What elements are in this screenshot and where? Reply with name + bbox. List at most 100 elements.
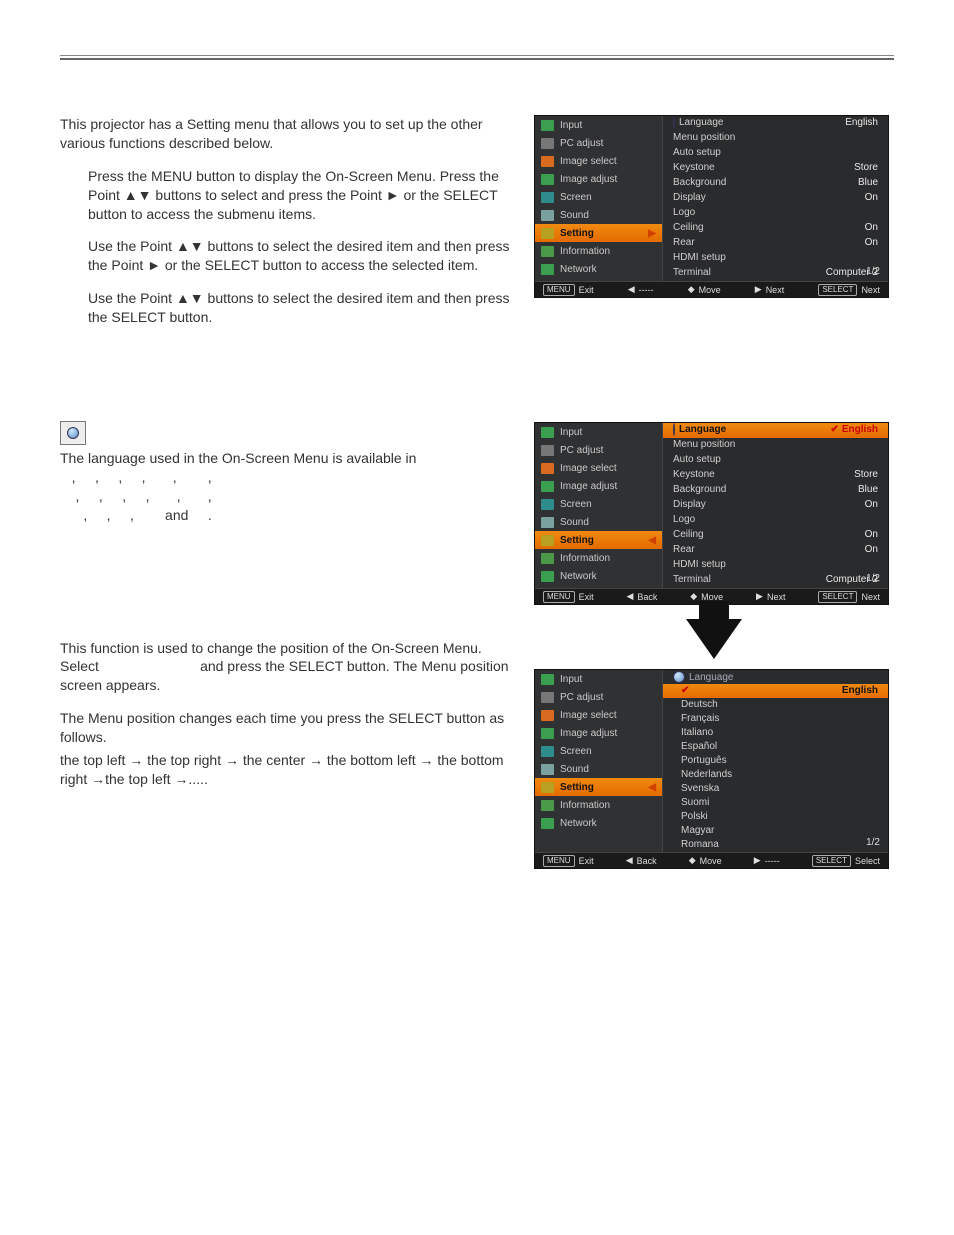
- globe-icon: [67, 427, 79, 439]
- down-arrow-icon: [686, 619, 742, 659]
- osd-right-item: RearOn: [663, 543, 888, 558]
- osd-right-item: CeilingOn: [663, 221, 888, 236]
- osd-right-item: KeystoneStore: [663, 468, 888, 483]
- globe-icon: [673, 671, 685, 683]
- osd-language-item: Svenska: [663, 782, 888, 796]
- osd-language-item: Suomi: [663, 796, 888, 810]
- osd-item-icon: [541, 138, 554, 149]
- osd-left-item: Image adjust: [535, 477, 662, 495]
- osd-right-item: KeystoneStore: [663, 161, 888, 176]
- osd-item-icon: [541, 746, 554, 757]
- osd-right-item: Language✔English: [663, 423, 888, 438]
- osd-right-item: RearOn: [663, 236, 888, 251]
- step-2: Use the Point ▲▼ buttons to select the d…: [88, 237, 514, 275]
- osd-left-item: Sound: [535, 206, 662, 224]
- osd-language-item: ✔English: [663, 684, 888, 698]
- osd-item-icon: [541, 246, 554, 257]
- osd-right-item: DisplayOn: [663, 191, 888, 206]
- osd-left-item: Information: [535, 549, 662, 567]
- osd-item-icon: [541, 782, 554, 793]
- osd-item-icon: [541, 174, 554, 185]
- menupos-p1: This function is used to change the posi…: [60, 639, 514, 696]
- osd-right-item: TerminalComputer 2: [663, 573, 888, 588]
- osd-left-item: Input: [535, 116, 662, 134]
- osd-item-icon: [541, 210, 554, 221]
- osd-item-icon: [541, 192, 554, 203]
- osd-left-item: Input: [535, 670, 662, 688]
- osd-footer: MENU Exit ◀ Back ◆ Move ▶ ----- SELECT S…: [535, 852, 888, 868]
- osd-language-item: Magyar: [663, 824, 888, 838]
- osd-item-icon: [541, 445, 554, 456]
- osd-right-item: Logo: [663, 206, 888, 221]
- osd-left-item: Sound: [535, 513, 662, 531]
- osd-right-item: HDMI setup: [663, 558, 888, 573]
- osd-right-header: Language: [663, 670, 888, 684]
- osd-footer: MENU Exit ◀ ----- ◆ Move ▶ Next SELECT N…: [535, 281, 888, 297]
- osd-language-item: Italiano: [663, 726, 888, 740]
- osd-language-item: Polski: [663, 810, 888, 824]
- osd-screenshot-3: InputPC adjustImage selectImage adjustSc…: [534, 669, 889, 869]
- osd-right-item: TerminalComputer 2: [663, 266, 888, 281]
- osd-left-item: Image select: [535, 459, 662, 477]
- osd-right-item: BackgroundBlue: [663, 483, 888, 498]
- osd-left-item: Screen: [535, 188, 662, 206]
- osd-right-item: Menu position: [663, 438, 888, 453]
- globe-icon-box: [60, 421, 86, 445]
- osd-item-icon: [541, 264, 554, 275]
- language-paragraph: The language used in the On-Screen Menu …: [60, 449, 514, 525]
- caret-left-icon: ◀: [648, 535, 656, 546]
- osd-right-item: LanguageEnglish: [663, 116, 888, 131]
- osd-item-icon: [541, 517, 554, 528]
- osd-left-item: Setting◀: [535, 531, 662, 549]
- menupos-seq: the top left → the top right → the cente…: [60, 751, 514, 789]
- osd-left-item: Information: [535, 796, 662, 814]
- globe-icon: [673, 423, 675, 436]
- osd-language-item: Nederlands: [663, 768, 888, 782]
- osd-left-item: Network: [535, 567, 662, 585]
- osd-item-icon: [541, 800, 554, 811]
- osd-item-icon: [541, 228, 554, 239]
- osd-item-icon: [541, 535, 554, 546]
- osd-item-icon: [541, 728, 554, 739]
- osd-left-item: Setting◀: [535, 778, 662, 796]
- osd-page-indicator: 1/2: [866, 837, 880, 848]
- menupos-p2: The Menu position changes each time you …: [60, 709, 514, 747]
- osd-right-item: CeilingOn: [663, 528, 888, 543]
- step-1: Press the MENU button to display the On-…: [88, 167, 514, 224]
- osd-right-item: Auto setup: [663, 146, 888, 161]
- osd-left-item: Sound: [535, 760, 662, 778]
- osd-left-item: Network: [535, 814, 662, 832]
- osd-item-icon: [541, 120, 554, 131]
- osd-language-item: Português: [663, 754, 888, 768]
- osd-left-item: Screen: [535, 742, 662, 760]
- osd-screenshot-2: InputPC adjustImage selectImage adjustSc…: [534, 422, 889, 605]
- osd-left-item: Image adjust: [535, 724, 662, 742]
- osd-item-icon: [541, 710, 554, 721]
- osd-page-indicator: 1/2: [866, 573, 880, 584]
- osd-item-icon: [541, 571, 554, 582]
- osd-right-item: DisplayOn: [663, 498, 888, 513]
- caret-left-icon: ◀: [648, 782, 656, 793]
- osd-screenshot-1: InputPC adjustImage selectImage adjustSc…: [534, 115, 889, 298]
- caret-right-icon: ▶: [648, 228, 656, 239]
- osd-language-item: Romana: [663, 838, 888, 852]
- osd-right-item: HDMI setup: [663, 251, 888, 266]
- osd-item-icon: [541, 499, 554, 510]
- osd-item-icon: [541, 692, 554, 703]
- osd-left-item: PC adjust: [535, 134, 662, 152]
- osd-left-item: PC adjust: [535, 688, 662, 706]
- osd-page-indicator: 1/2: [866, 266, 880, 277]
- step-3: Use the Point ▲▼ buttons to select the d…: [88, 289, 514, 327]
- osd-right-item: BackgroundBlue: [663, 176, 888, 191]
- osd-left-item: Image select: [535, 152, 662, 170]
- osd-left-item: Image select: [535, 706, 662, 724]
- osd-language-item: Español: [663, 740, 888, 754]
- osd-item-icon: [541, 427, 554, 438]
- osd-item-icon: [541, 818, 554, 829]
- osd-language-item: Français: [663, 712, 888, 726]
- osd-right-item: Logo: [663, 513, 888, 528]
- osd-left-item: Input: [535, 423, 662, 441]
- osd-item-icon: [541, 463, 554, 474]
- osd-left-item: Screen: [535, 495, 662, 513]
- osd-left-item: Image adjust: [535, 170, 662, 188]
